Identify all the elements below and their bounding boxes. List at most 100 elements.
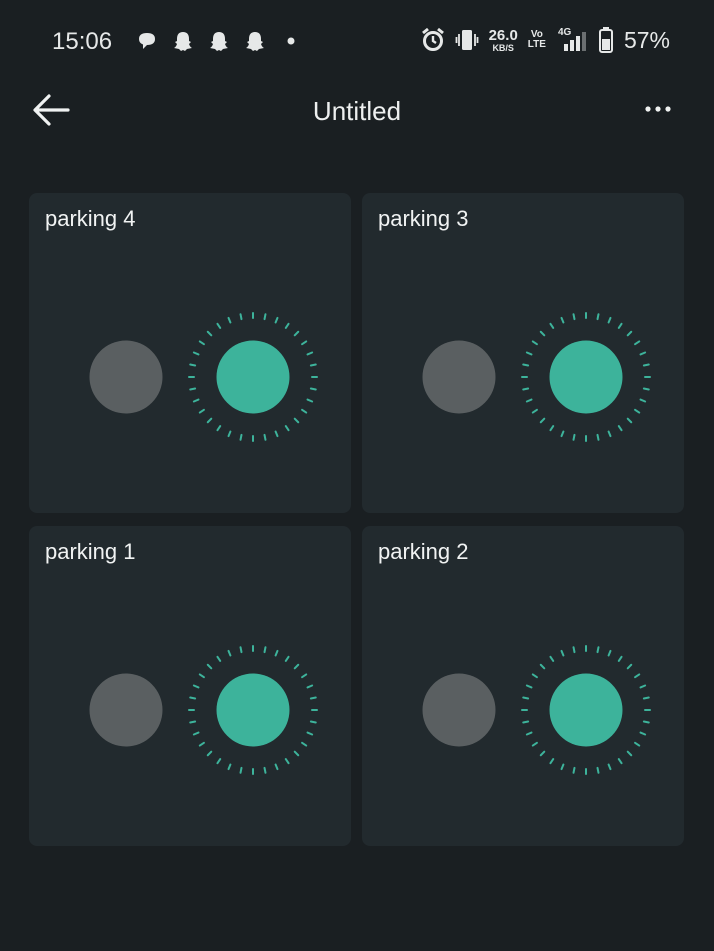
glow-tick (306, 351, 314, 356)
page-title: Untitled (312, 96, 402, 126)
glow-tick (634, 673, 641, 679)
dot-icon (287, 37, 295, 45)
glow-tick (284, 425, 290, 432)
glow-tick (309, 720, 317, 724)
glow-tick (206, 750, 213, 757)
glow-tick (522, 363, 530, 367)
glow-tick (531, 741, 538, 747)
battery-icon (598, 27, 613, 53)
glow-tick (309, 387, 317, 391)
glow-tick (634, 741, 641, 747)
glow-tick (642, 387, 650, 391)
card-title: parking 4 (45, 206, 136, 231)
glow-tick (206, 663, 213, 670)
toggle-indicator[interactable] (85, 638, 321, 778)
active-state-circle (216, 340, 290, 414)
glow-tick (216, 322, 222, 329)
glow-tick (301, 408, 308, 414)
glow-tick (642, 696, 650, 700)
inactive-state-circle (89, 340, 163, 414)
network-speed-unit: KB/S (492, 42, 514, 53)
volte-indicator: Vo LTE (527, 29, 546, 50)
glow-tick (192, 351, 200, 356)
status-right-icons: 26.0 KB/S Vo LTE 4G 57% (421, 26, 670, 54)
notification-icons (136, 30, 302, 52)
glow-tick (198, 741, 205, 747)
glow-tick (639, 398, 647, 403)
glow-tick (189, 363, 197, 367)
app-bar: Untitled (0, 84, 714, 140)
glow-tick (263, 646, 267, 654)
glow-tick (239, 766, 243, 774)
glow-tick (216, 655, 222, 662)
toggle-indicator[interactable] (418, 305, 654, 445)
glow-tick (274, 763, 279, 771)
glow-tick (198, 673, 205, 679)
more-options-button[interactable] (642, 94, 674, 124)
glow-tick (198, 408, 205, 414)
snapchat-ghost-icon (174, 32, 192, 51)
glow-tick (626, 663, 633, 670)
parking-card[interactable]: parking 3 (362, 193, 684, 513)
glow-tick (274, 649, 279, 657)
parking-card[interactable]: parking 2 (362, 526, 684, 846)
glow-tick (531, 408, 538, 414)
glow-tick (274, 316, 279, 324)
signal-bars-icon (563, 32, 586, 51)
glow-tick (309, 696, 317, 700)
glow-tick (572, 766, 576, 774)
parking-card[interactable]: parking 1 (29, 526, 351, 846)
glow-tick (596, 646, 600, 654)
active-state-circle (549, 673, 623, 747)
glow-tick (522, 696, 530, 700)
signal-strength: 4G (556, 27, 588, 53)
glow-tick (639, 731, 647, 736)
inactive-state-circle (89, 673, 163, 747)
glow-tick (274, 430, 279, 438)
glow-tick (531, 340, 538, 346)
battery-percent: 57% (623, 26, 670, 53)
glow-tick (642, 720, 650, 724)
glow-tick (626, 750, 633, 757)
card-title: parking 2 (378, 539, 469, 564)
glow-tick (596, 313, 600, 321)
glow-tick (206, 417, 213, 424)
glow-tick (284, 758, 290, 765)
glow-tick (216, 758, 222, 765)
glow-tick (263, 313, 267, 321)
glow-tick (639, 684, 647, 689)
snapchat-ghost-icon (246, 32, 264, 51)
glow-tick (189, 696, 197, 700)
glow-tick (306, 731, 314, 736)
glow-tick (309, 363, 317, 367)
toggle-indicator[interactable] (418, 638, 654, 778)
glow-tick (596, 433, 600, 441)
glow-tick (239, 646, 243, 654)
glow-tick (639, 351, 647, 356)
glow-tick (607, 649, 612, 657)
vibrate-icon (455, 30, 478, 50)
active-state-circle (216, 673, 290, 747)
toggle-indicator[interactable] (85, 305, 321, 445)
glow-tick (284, 655, 290, 662)
status-time: 15:06 (52, 28, 113, 55)
glow-tick (239, 433, 243, 441)
glow-tick (549, 655, 555, 662)
glow-tick (525, 731, 533, 736)
glow-tick (522, 387, 530, 391)
glow-tick (642, 363, 650, 367)
glow-tick (560, 649, 565, 657)
alarm-icon (421, 27, 444, 51)
glow-tick (227, 430, 232, 438)
inactive-state-circle (422, 673, 496, 747)
glow-tick (596, 766, 600, 774)
network-speed-value: 26.0 (488, 26, 518, 44)
glow-tick (239, 313, 243, 321)
glow-tick (607, 430, 612, 438)
glow-tick (607, 316, 612, 324)
glow-tick (539, 750, 546, 757)
parking-card[interactable]: parking 4 (29, 193, 351, 513)
glow-tick (306, 398, 314, 403)
chat-bubble-icon (139, 33, 155, 49)
glow-tick (525, 684, 533, 689)
